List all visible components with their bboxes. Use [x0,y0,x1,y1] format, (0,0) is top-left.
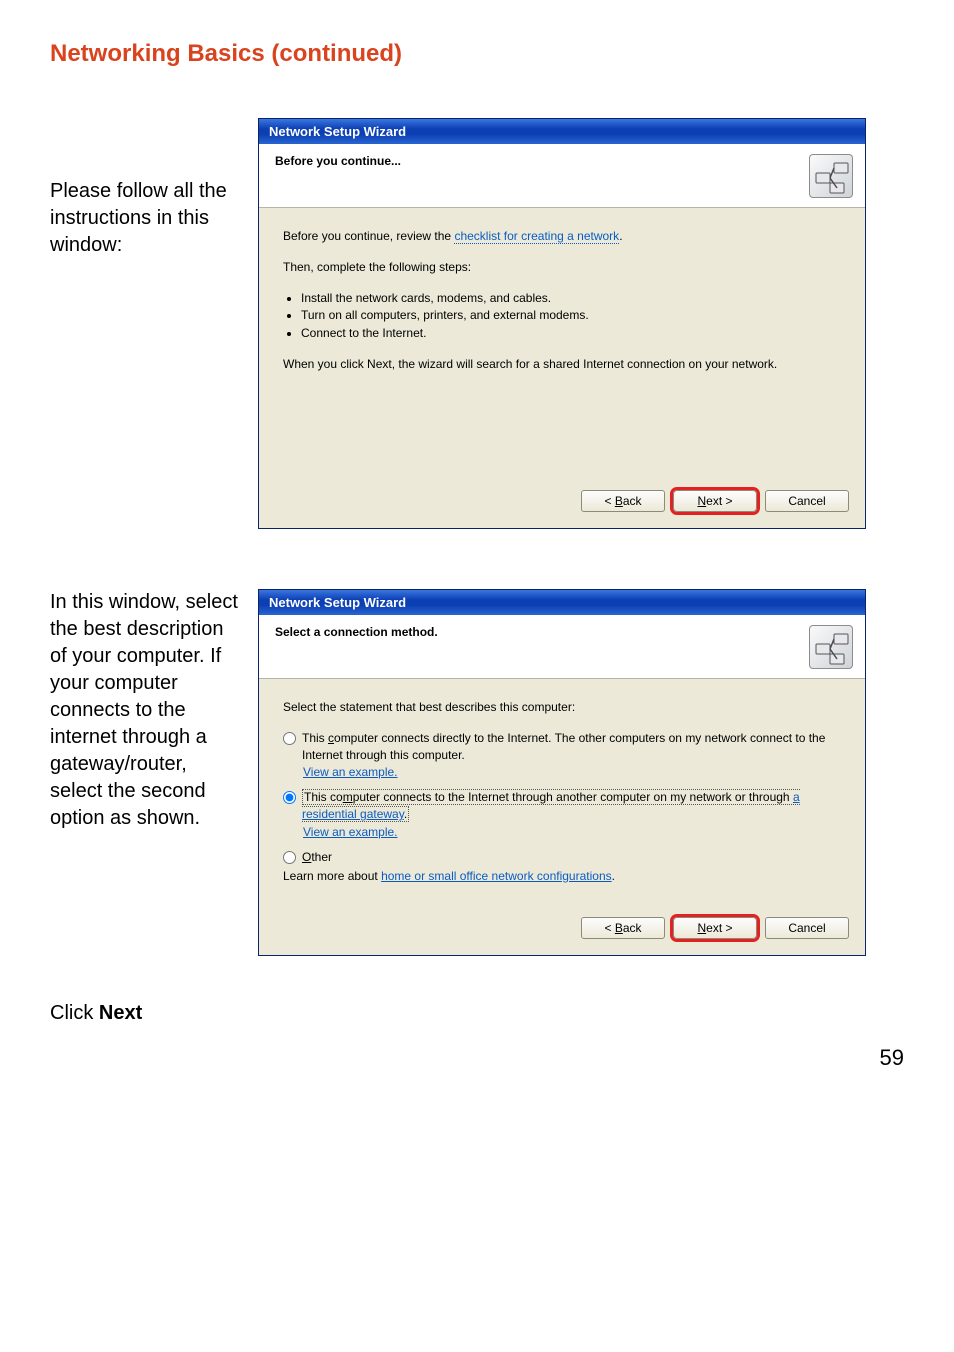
intro-line: Before you continue, review the checklis… [283,228,841,245]
radio-other-label: Other [302,849,841,866]
wizard-dialog-2: Network Setup Wizard Select a connection… [258,589,866,956]
radio-direct-input[interactable] [283,732,296,745]
back-button[interactable]: < Back [581,490,665,512]
view-example-link-1[interactable]: View an example. [303,765,841,779]
radio-option-gateway[interactable]: This computer connects to the Internet t… [283,789,841,823]
select-prompt: Select the statement that best describes… [283,699,841,716]
wizard-header-1: Before you continue... [259,144,865,208]
list-item: Install the network cards, modems, and c… [301,290,841,307]
wizard-body-2: Select the statement that best describes… [259,679,865,905]
wizard-header-title-1: Before you continue... [275,154,401,168]
residential-gateway-link[interactable]: a residential gateway [302,790,800,821]
back-button[interactable]: < Back [581,917,665,939]
wizard-dialog-1: Network Setup Wizard Before you continue… [258,118,866,529]
page-number: 59 [50,1045,904,1071]
titlebar-1: Network Setup Wizard [259,119,865,144]
view-example-link-2[interactable]: View an example. [303,825,841,839]
titlebar-2: Network Setup Wizard [259,590,865,615]
learn-more-link[interactable]: home or small office network configurati… [381,869,612,883]
radio-gateway-label: This computer connects to the Internet t… [302,789,841,823]
page-heading: Networking Basics (continued) [50,40,904,68]
wizard-body-1: Before you continue, review the checklis… [259,208,865,478]
section-2: In this window, select the best descript… [50,589,904,1025]
list-item: Turn on all computers, printers, and ext… [301,307,841,324]
list-item: Connect to the Internet. [301,325,841,342]
network-icon [809,154,853,198]
section-1: Please follow all the instructions in th… [50,118,904,529]
radio-option-direct[interactable]: This computer connects directly to the I… [283,730,841,764]
then-line: Then, complete the following steps: [283,259,841,276]
side-instruction-2: In this window, select the best descript… [50,589,244,832]
learn-more-line: Learn more about home or small office ne… [283,868,841,885]
next-button[interactable]: Next > [673,917,757,939]
cancel-button[interactable]: Cancel [765,490,849,512]
side-instruction-1: Please follow all the instructions in th… [50,118,244,259]
button-row-1: < Back Next > Cancel [259,478,865,528]
radio-other-input[interactable] [283,851,296,864]
steps-list: Install the network cards, modems, and c… [283,290,841,342]
radio-option-other[interactable]: Other [283,849,841,866]
radio-direct-label: This computer connects directly to the I… [302,730,841,764]
button-row-2: < Back Next > Cancel [259,905,865,955]
after-bullets: When you click Next, the wizard will sea… [283,356,841,373]
radio-gateway-input[interactable] [283,791,296,804]
cancel-button[interactable]: Cancel [765,917,849,939]
click-next-instruction: Click Next [50,1002,244,1025]
next-button[interactable]: Next > [673,490,757,512]
checklist-link[interactable]: checklist for creating a network [454,229,619,244]
wizard-header-2: Select a connection method. [259,615,865,679]
network-icon [809,625,853,669]
wizard-header-title-2: Select a connection method. [275,625,438,639]
